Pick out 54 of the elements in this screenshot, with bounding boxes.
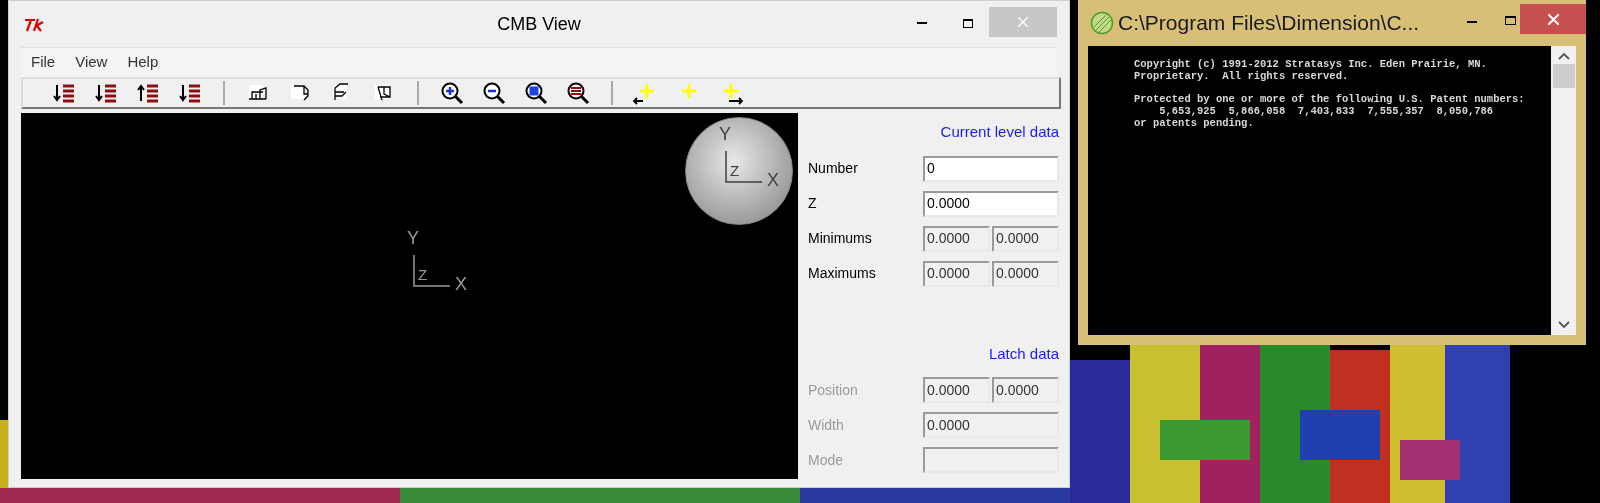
- field-value: 0.0000: [996, 380, 1039, 400]
- field-value: 0.0000: [927, 380, 970, 400]
- close-icon: [1018, 17, 1028, 27]
- field-label: Position: [808, 380, 858, 400]
- field-label: Minimums: [808, 229, 872, 248]
- globe-icon: [1090, 11, 1114, 35]
- axis-label: X: [455, 275, 467, 293]
- field-value: 0.0000: [996, 229, 1039, 248]
- scroll-thumb[interactable]: [1552, 64, 1575, 88]
- console-line: 5,653,925 5,866,058 7,403,833 7,555,357 8,050,786: [1158, 105, 1495, 117]
- close-icon: [1547, 13, 1559, 25]
- console-line: Proprietary. All rights reserved.: [1134, 70, 1350, 82]
- field-label: Mode: [808, 450, 844, 470]
- axis-label: Y: [407, 229, 419, 247]
- axis-lines-drawing: [413, 255, 451, 287]
- field-value: 0.0000: [927, 415, 970, 435]
- field-value: 0.0000: [927, 194, 970, 213]
- field-value: 0.0000: [996, 264, 1039, 283]
- tk-logo-icon: [23, 17, 45, 33]
- menu-item[interactable]: Help: [127, 51, 159, 74]
- axis-label: Z: [730, 163, 740, 178]
- window-title: C:\Program Files\Dimension\C...: [1118, 10, 1420, 37]
- value-field[interactable]: 0.0000: [923, 225, 990, 252]
- minimize-icon: [917, 22, 927, 24]
- field-label: Z: [808, 194, 817, 213]
- field-label: Number: [808, 159, 858, 178]
- menu-item[interactable]: View: [75, 51, 108, 74]
- value-field[interactable]: 0.0000: [992, 260, 1059, 287]
- menu-item[interactable]: File: [31, 51, 56, 74]
- axis-label: Z: [418, 267, 428, 282]
- section-heading: Latch data: [988, 343, 1059, 364]
- value-field[interactable]: 0.0000: [923, 260, 990, 287]
- maximize-icon: [1504, 15, 1516, 25]
- value-field[interactable]: 0.0000: [923, 190, 1059, 217]
- scroll-up-icon[interactable]: [1557, 52, 1570, 60]
- maximize-icon: [963, 18, 973, 28]
- close-button[interactable]: [1520, 4, 1586, 34]
- section-heading: Current level data: [940, 122, 1059, 142]
- field-label: Width: [808, 415, 844, 435]
- value-field[interactable]: 0: [923, 155, 1059, 182]
- field-value: 0.0000: [927, 264, 970, 283]
- window-title: CMB View: [497, 12, 581, 36]
- console-line: Protected by one or more of the following U.S. Patent numbers:: [1134, 93, 1526, 105]
- value-field[interactable]: 0.0000: [992, 225, 1059, 252]
- axis-label: X: [767, 171, 779, 189]
- axis-lines-drawing: [725, 151, 763, 183]
- scroll-down-icon[interactable]: [1557, 321, 1570, 329]
- console-line: Copyright (c) 1991-2012 Stratasys Inc. Eden Prairie, MN.: [1134, 58, 1488, 70]
- field-value: 0.0000: [927, 229, 970, 248]
- console-line: or patents pending.: [1134, 117, 1255, 129]
- field-label: Maximums: [808, 264, 876, 283]
- axis-label: Y: [719, 125, 731, 143]
- field-value: 0: [927, 159, 935, 178]
- minimize-icon: [1467, 21, 1477, 23]
